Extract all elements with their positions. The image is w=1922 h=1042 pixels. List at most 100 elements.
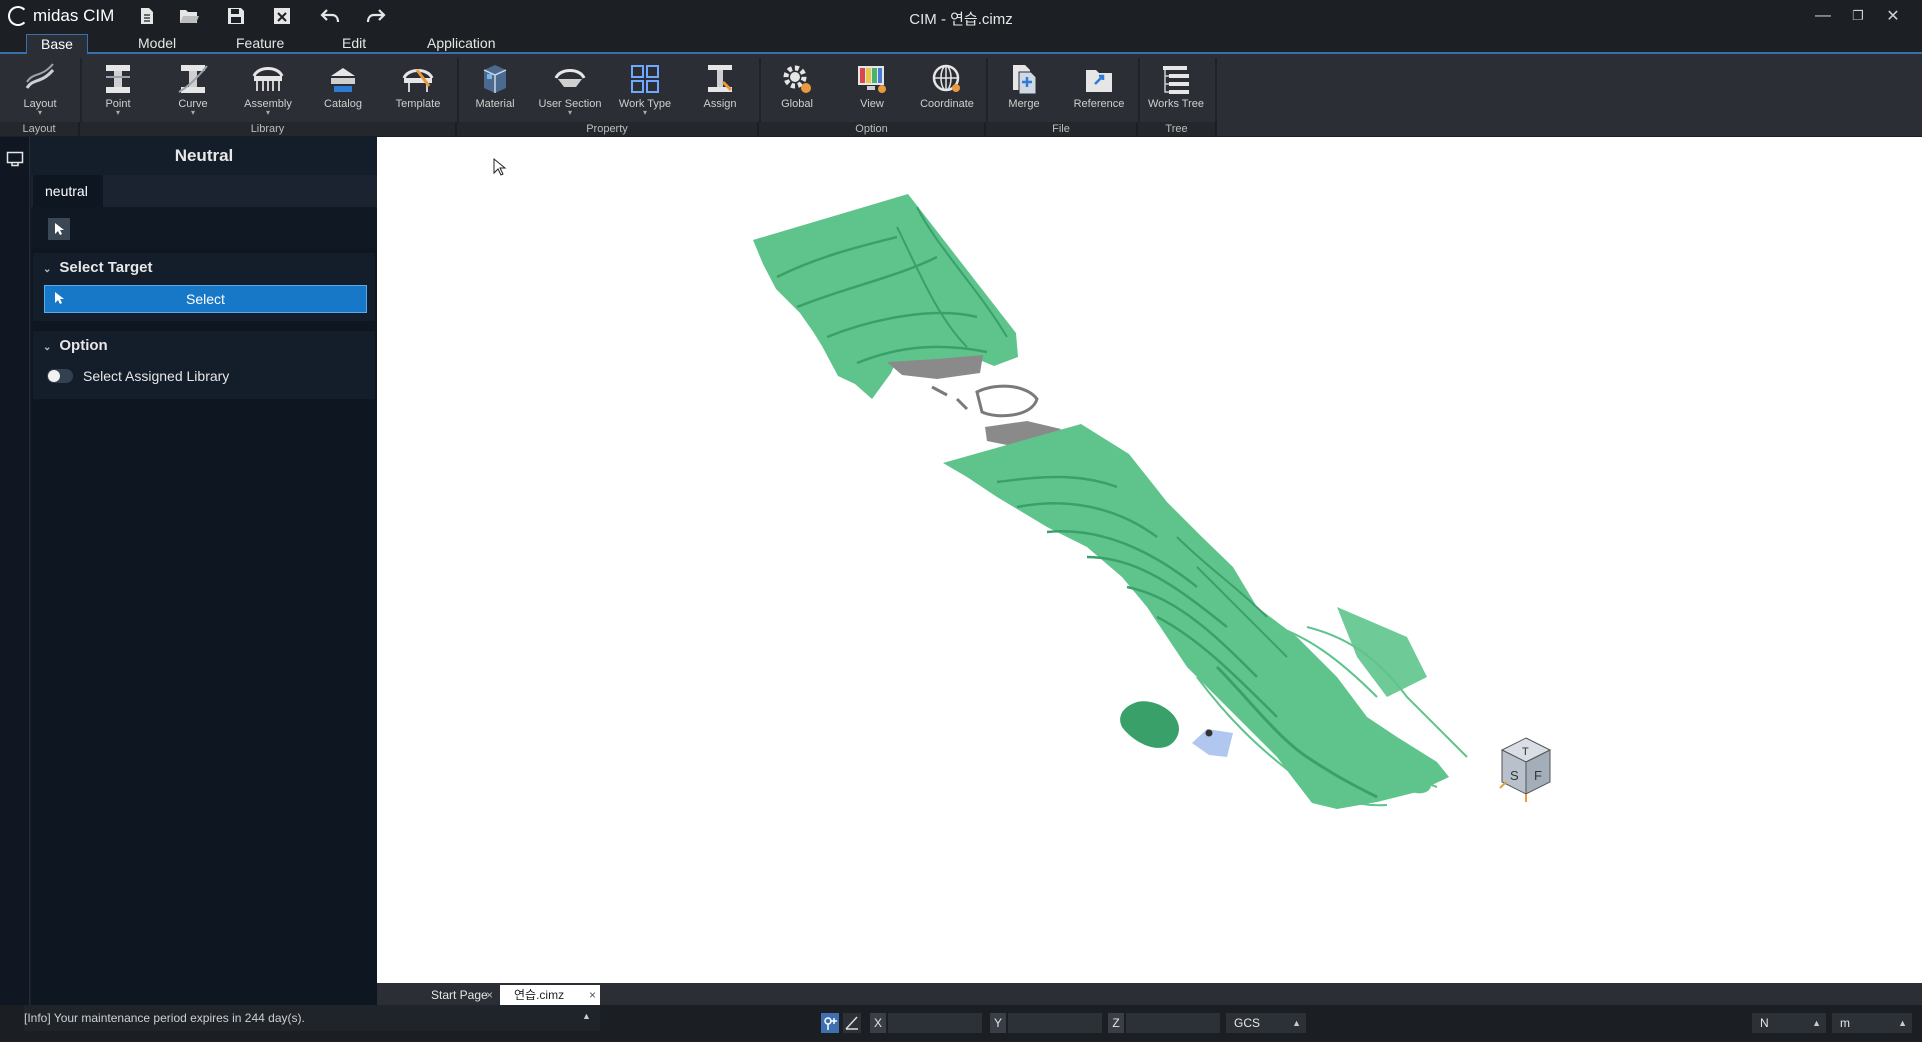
y-coord-field[interactable]	[1008, 1013, 1102, 1033]
chevron-up-icon: ▲	[1898, 1018, 1907, 1028]
document-tab-bar: Start Page × 연습.cimz ×	[377, 983, 1922, 1005]
midas-logo-icon	[8, 6, 28, 26]
menu-tab-edit[interactable]: Edit	[328, 34, 380, 54]
length-unit-select[interactable]: m ▲	[1832, 1013, 1912, 1033]
material-button[interactable]: Material	[460, 58, 530, 122]
select-button[interactable]: Select	[44, 285, 367, 313]
x-coord-field[interactable]	[888, 1013, 982, 1033]
view-icon	[858, 66, 886, 93]
doc-tab-start-page-label: Start Page	[431, 988, 488, 1002]
material-icon	[483, 65, 507, 93]
group-label-library: Library	[80, 122, 457, 136]
angle-button[interactable]	[843, 1013, 861, 1033]
close-file-icon[interactable]	[270, 5, 294, 27]
catalog-label: Catalog	[324, 98, 362, 110]
toggle-knob	[48, 370, 60, 382]
view-cube-face-s: S	[1510, 768, 1519, 783]
restore-icon: ❐	[1852, 8, 1864, 23]
redo-icon[interactable]	[364, 5, 388, 27]
chevron-down-icon: ⌄	[43, 264, 52, 275]
view-button[interactable]: View	[837, 58, 907, 122]
reference-label: Reference	[1073, 98, 1125, 110]
works-tree-icon	[1163, 66, 1189, 94]
curve-button[interactable]: Curve ▾	[158, 58, 228, 122]
3d-viewport[interactable]: T S F	[377, 137, 1922, 983]
close-icon[interactable]: ×	[589, 985, 596, 1005]
assembly-button[interactable]: Assembly ▾	[233, 58, 303, 122]
doc-tab-active-file[interactable]: 연습.cimz ×	[500, 985, 600, 1005]
layout-button[interactable]: Layout ▾	[5, 58, 75, 122]
panel-toggle-icon[interactable]	[6, 151, 24, 167]
works-tree-button[interactable]: Works Tree	[1141, 58, 1211, 122]
snap-button[interactable]	[821, 1013, 839, 1033]
reference-button[interactable]: Reference	[1064, 58, 1134, 122]
option-heading: Option	[59, 337, 108, 354]
new-file-icon[interactable]	[135, 5, 159, 27]
cursor-arrow-icon	[55, 223, 64, 235]
app-name: midas CIM	[33, 6, 115, 25]
close-icon[interactable]: ×	[486, 985, 493, 1005]
terrain-model[interactable]: T S F	[377, 137, 1922, 983]
z-coord-field[interactable]	[1126, 1013, 1220, 1033]
menu-tab-application[interactable]: Application	[413, 34, 510, 54]
close-icon: ✕	[1886, 8, 1900, 25]
global-button[interactable]: Global	[762, 58, 832, 122]
undo-icon[interactable]	[318, 5, 342, 27]
status-bar: [Info] Your maintenance period expires i…	[0, 1005, 1922, 1042]
catalog-icon	[331, 68, 355, 92]
assign-button[interactable]: Assign	[685, 58, 755, 122]
select-assigned-library-row: Select Assigned Library	[33, 361, 375, 391]
layout-icon	[25, 63, 55, 89]
open-folder-icon[interactable]	[177, 5, 201, 27]
select-assigned-library-label: Select Assigned Library	[83, 368, 230, 384]
panel-toolbar	[31, 207, 377, 247]
chevron-up-icon: ▲	[1812, 1018, 1821, 1028]
group-label-tree: Tree	[1138, 122, 1217, 136]
group-separator	[1138, 58, 1140, 122]
group-label-layout: Layout	[0, 122, 80, 136]
tab-neutral[interactable]: neutral	[33, 175, 103, 207]
group-label-property: Property	[457, 122, 759, 136]
work-type-button[interactable]: Work Type ▾	[610, 58, 680, 122]
left-dock-strip	[0, 137, 30, 1005]
close-button[interactable]: ✕	[1878, 4, 1908, 28]
menu-tab-model[interactable]: Model	[124, 34, 190, 54]
chevron-down-icon: ⌄	[43, 342, 52, 353]
select-target-header[interactable]: ⌄ Select Target	[33, 253, 375, 283]
chevron-up-icon[interactable]: ▲	[582, 1011, 591, 1021]
reference-icon	[1086, 70, 1112, 92]
minimize-button[interactable]: —	[1808, 4, 1838, 28]
menu-tab-feature[interactable]: Feature	[222, 34, 298, 54]
menu-tab-base[interactable]: Base	[26, 34, 88, 54]
cursor-arrow-icon	[55, 292, 64, 304]
works-tree-label: Works Tree	[1147, 98, 1205, 110]
doc-tab-start-page[interactable]: Start Page ×	[397, 985, 497, 1005]
coord-system-select[interactable]: GCS ▲	[1226, 1013, 1306, 1033]
save-icon[interactable]	[224, 5, 248, 27]
template-button[interactable]: Template	[383, 58, 453, 122]
z-coord-label: Z	[1108, 1013, 1124, 1033]
group-separator	[80, 58, 82, 122]
select-button-label: Select	[186, 291, 225, 307]
y-coord-label: Y	[990, 1013, 1006, 1033]
user-section-button[interactable]: User Section ▾	[535, 58, 605, 122]
option-header[interactable]: ⌄ Option	[33, 331, 375, 361]
restore-button[interactable]: ❐	[1843, 4, 1873, 28]
view-cube[interactable]: T S F	[1499, 737, 1552, 802]
user-section-icon	[554, 69, 586, 87]
coord-system-value: GCS	[1234, 1016, 1261, 1030]
view-label: View	[860, 98, 884, 110]
pointer-tool-button[interactable]	[48, 218, 70, 240]
point-button[interactable]: Point ▾	[83, 58, 153, 122]
merge-button[interactable]: Merge	[989, 58, 1059, 122]
angle-icon	[845, 1016, 858, 1030]
force-unit-select[interactable]: N ▲	[1752, 1013, 1826, 1033]
view-cube-face-f: F	[1534, 768, 1542, 783]
minimize-icon: —	[1815, 7, 1831, 24]
coordinate-label: Coordinate	[920, 98, 974, 110]
select-assigned-library-toggle[interactable]	[47, 369, 73, 383]
mouse-cursor-icon	[493, 157, 507, 176]
coordinate-button[interactable]: Coordinate	[912, 58, 982, 122]
catalog-button[interactable]: Catalog	[308, 58, 378, 122]
select-target-section: ⌄ Select Target Select	[33, 253, 375, 321]
